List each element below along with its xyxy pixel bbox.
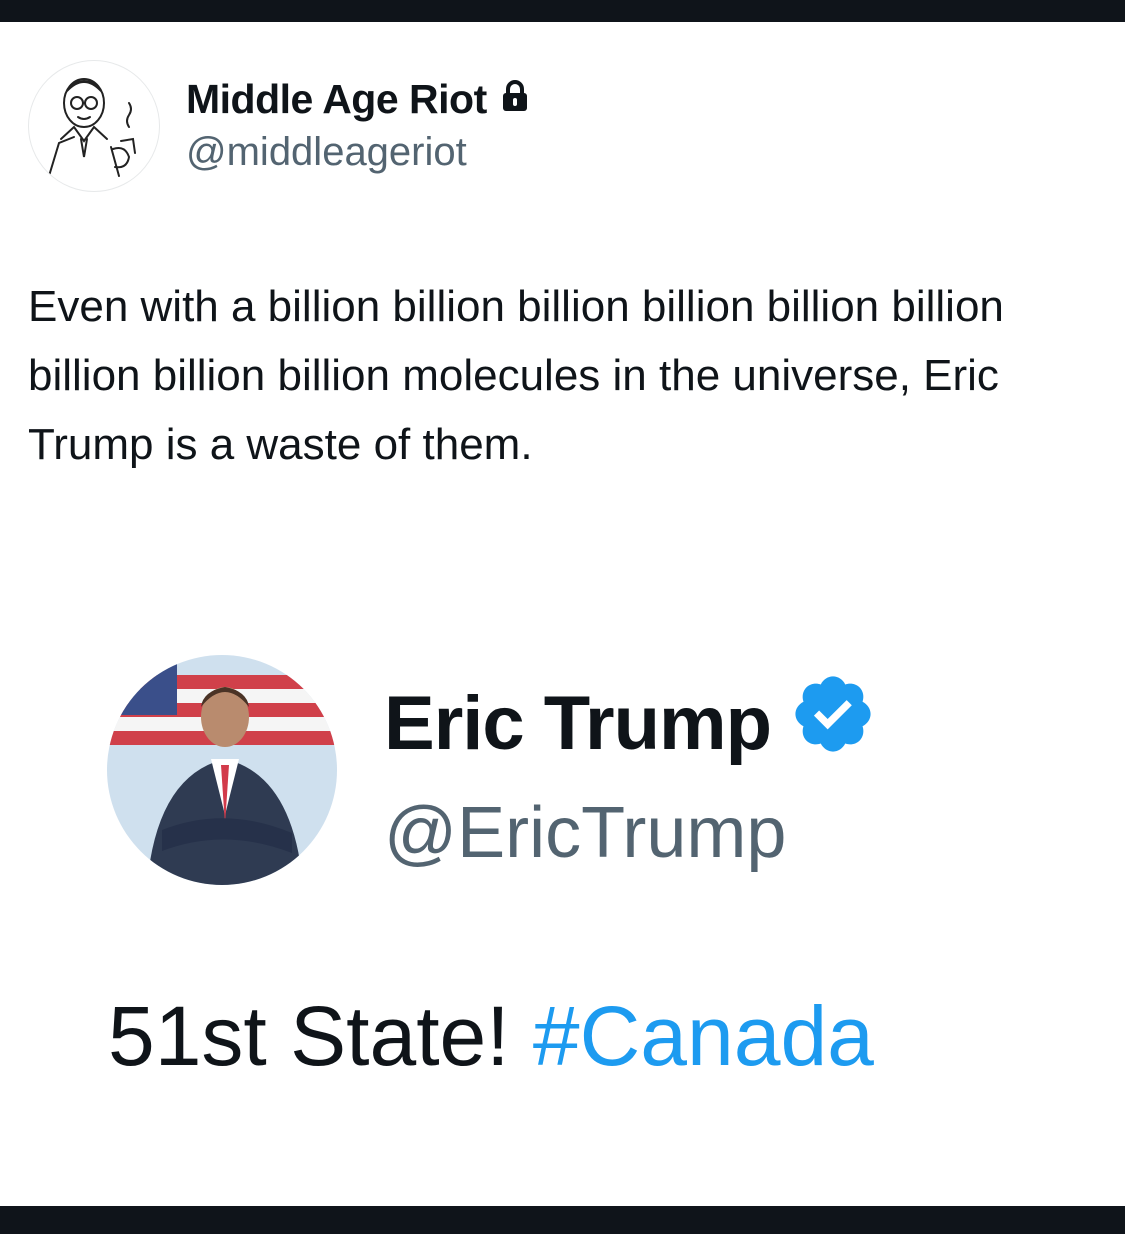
embedded-author-handle[interactable]: @EricTrump bbox=[384, 792, 786, 874]
tweet-text: Even with a billion billion billion bill… bbox=[28, 282, 1004, 469]
embedded-tweet-text-prefix: 51st State! bbox=[108, 989, 533, 1083]
hashtag-link[interactable]: #Canada bbox=[533, 989, 874, 1083]
author-display-name[interactable]: Middle Age Riot bbox=[186, 76, 487, 123]
lock-icon bbox=[501, 76, 529, 123]
author-display-name-row[interactable]: Middle Age Riot bbox=[186, 76, 529, 123]
author-avatar[interactable] bbox=[28, 60, 160, 192]
embedded-author-display-name[interactable]: Eric Trump bbox=[384, 680, 772, 767]
embedded-author-avatar[interactable] bbox=[107, 655, 337, 885]
embedded-tweet-text: 51st State! #Canada bbox=[108, 988, 874, 1085]
verified-badge-icon bbox=[789, 670, 877, 776]
embedded-author-display-name-row[interactable]: Eric Trump bbox=[384, 670, 877, 776]
bottom-bar bbox=[0, 1206, 1125, 1234]
author-handle[interactable]: @middleageriot bbox=[186, 130, 467, 175]
top-bar bbox=[0, 0, 1125, 22]
vintage-man-illustration-icon bbox=[48, 78, 136, 177]
person-in-suit-photo-icon bbox=[107, 655, 337, 885]
